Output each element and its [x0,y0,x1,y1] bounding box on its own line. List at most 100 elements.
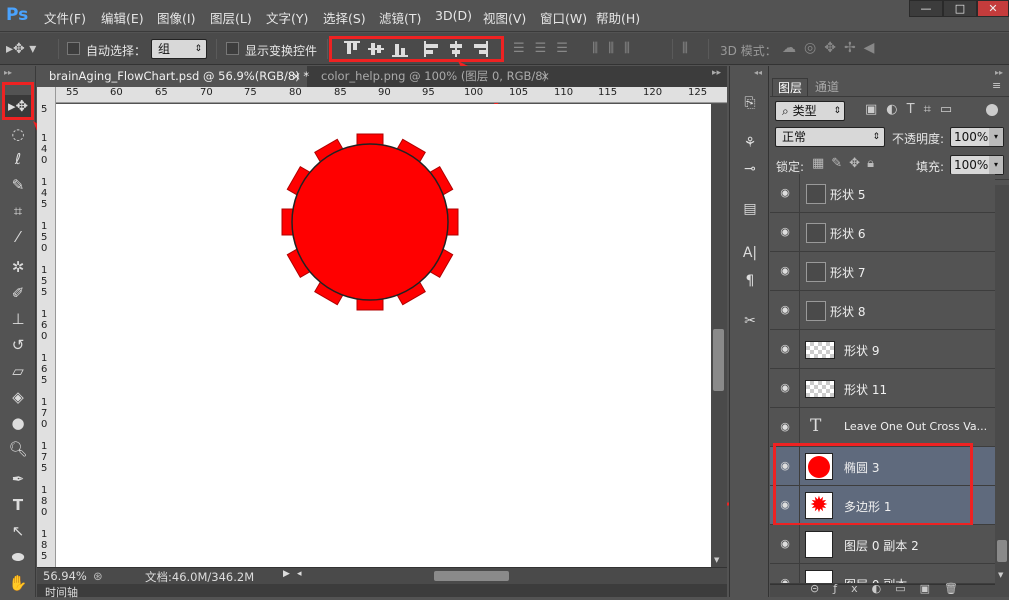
layers-scrollbar[interactable]: ▼ [995,185,1009,585]
dodge-tool-icon[interactable]: 🔍︎ [5,438,31,460]
properties-panel-icon[interactable]: ⊸ [738,158,762,180]
tool-presets-icon[interactable]: ✂ [738,310,762,332]
collapse-icon[interactable]: ▸▸ [4,68,12,77]
menu-window[interactable]: 窗口(W) [540,8,587,27]
lock-icons[interactable]: ▦✎✥🔒︎ [812,156,881,171]
scroll-down-icon[interactable]: ▼ [714,556,719,564]
minimize-button[interactable]: — [909,0,943,17]
stamp-tool-icon[interactable]: ⊥ [5,308,31,330]
visibility-toggle[interactable]: ◉ [770,369,800,408]
layer-row[interactable]: ◉ 形状 9 [770,330,995,369]
visibility-toggle[interactable]: ◉ [770,174,800,213]
horizontal-scrollbar-thumb[interactable] [434,571,509,581]
path-selection-tool-icon[interactable]: ↖ [5,520,31,542]
opacity-input[interactable]: 100% ▾ [950,127,1004,147]
collapse-icon[interactable]: ▸▸ [995,68,1003,77]
layer-row[interactable]: ◉ 图层 0 副本 [770,564,995,584]
history-brush-tool-icon[interactable]: ↺ [5,334,31,356]
pen-tool-icon[interactable]: ✒ [5,468,31,490]
fill-input[interactable]: 100% ▾ [950,155,1004,175]
menu-view[interactable]: 视图(V) [483,8,526,27]
tab-close-icon[interactable]: × [291,66,301,87]
blur-tool-icon[interactable]: ● [5,412,31,434]
filter-icons[interactable]: ▣◐T⌗▭ [865,102,961,117]
paragraph-panel-icon[interactable]: ¶ [738,270,762,292]
tab-brainaging[interactable]: brainAging_FlowChart.psd @ 56.9%(RGB/8) … [37,66,309,87]
menu-filter[interactable]: 滤镜(T) [379,8,421,27]
3d-mode-icons[interactable]: ☁◎✥✢◀ [782,40,882,56]
layer-row[interactable]: ◉ 形状 7 [770,252,995,291]
crop-tool-icon[interactable]: ⌗ [5,200,31,222]
status-menu-icon[interactable]: ▶ [283,569,290,579]
dropdown-arrow-icon[interactable]: ▾ [989,156,1003,174]
scroll-left-icon[interactable]: ◂ [297,569,302,579]
layer-comps-icon[interactable]: ▤ [738,198,762,220]
marquee-tool-icon[interactable]: ◌ [5,123,31,145]
share-icon[interactable]: ⊛ [93,569,103,583]
scrollbar-thumb[interactable] [713,329,724,391]
layer-row[interactable]: ◉ T Leave One Out Cross Va... [770,408,995,447]
visibility-toggle[interactable]: ◉ [770,213,800,252]
menu-layer[interactable]: 图层(L) [210,8,252,27]
layer-row[interactable]: ◉ 形状 8 [770,291,995,330]
distribute-icons[interactable]: ☰☰☰ ⫼⫼⫼ [513,41,640,56]
timeline-label[interactable]: 时间轴 [45,584,78,600]
show-transform-checkbox[interactable] [226,42,239,55]
visibility-toggle[interactable]: ◉ [770,408,800,447]
blend-mode-dropdown[interactable]: 正常 ⇕ [775,127,885,147]
visibility-toggle[interactable]: ◉ [770,291,800,330]
ruler-tick: 1 4 5 [41,177,48,210]
scrollbar-thumb[interactable] [997,540,1007,562]
eraser-tool-icon[interactable]: ▱ [5,360,31,382]
brush-tool-icon[interactable]: ✐ [5,282,31,304]
document-canvas[interactable] [56,104,711,567]
menu-3d[interactable]: 3D(D) [435,8,472,23]
layer-action-icons[interactable]: ⊝ƒx◐▭▣🗑︎ [810,582,972,595]
filter-toggle[interactable] [986,104,998,116]
visibility-toggle[interactable]: ◉ [770,564,800,583]
move-tool-preset-icon[interactable]: ▸✥ ▾ [6,41,36,57]
panel-menu-icon[interactable]: ≡ [992,79,1001,92]
auto-select-checkbox[interactable] [67,42,80,55]
visibility-toggle[interactable]: ◉ [770,330,800,369]
restore-button[interactable]: □ [943,0,977,17]
ellipse-tool-icon[interactable]: ⬬ [5,546,31,568]
tab-channels[interactable]: 通道 [810,78,844,96]
adjustments-panel-icon[interactable]: ⚘ [738,132,762,154]
dropdown-arrow-icon[interactable]: ▾ [989,128,1003,146]
tab-close-icon[interactable]: × [540,66,550,87]
close-button[interactable]: ✕ [977,0,1009,17]
scroll-down-icon[interactable]: ▼ [998,571,1003,579]
menu-type[interactable]: 文字(Y) [266,8,308,27]
menu-image[interactable]: 图像(I) [157,8,195,27]
layer-row[interactable]: ◉ 形状 5 [770,174,995,213]
type-tool-icon[interactable]: T [5,494,31,516]
filter-kind-dropdown[interactable]: ⌕ 类型 ⇕ [775,101,845,121]
layer-row[interactable]: ◉ 形状 6 [770,213,995,252]
lasso-tool-icon[interactable]: ℓ [5,148,31,170]
layer-row[interactable]: ◉ 形状 11 [770,369,995,408]
healing-brush-tool-icon[interactable]: ✲ [5,256,31,278]
eyedropper-tool-icon[interactable]: ⁄ [5,226,31,248]
tab-layers[interactable]: 图层 [772,78,809,96]
menu-edit[interactable]: 编辑(E) [101,8,144,27]
character-panel-icon[interactable]: A| [738,242,762,264]
zoom-level[interactable]: 56.94% [43,569,87,583]
visibility-toggle[interactable]: ◉ [770,525,800,564]
tab-color-help[interactable]: color_help.png @ 100% (图层 0, RGB/8) × [309,66,554,87]
menu-select[interactable]: 选择(S) [323,8,366,27]
layer-row[interactable]: ◉ 图层 0 副本 2 [770,525,995,564]
menu-file[interactable]: 文件(F) [44,8,86,27]
history-panel-icon[interactable]: ⎘ [738,92,762,114]
canvas-vertical-scrollbar[interactable]: ▼ [711,104,727,567]
visibility-toggle[interactable]: ◉ [770,252,800,291]
hand-tool-icon[interactable]: ✋ [5,572,31,594]
collapse-icon[interactable]: ◂◂ [754,68,762,77]
auto-select-dropdown[interactable]: 组 ⇕ [151,39,207,59]
paint-bucket-tool-icon[interactable]: ◈ [5,386,31,408]
tabs-overflow-icon[interactable]: ▸▸ [712,68,721,78]
gear-shape[interactable] [56,104,711,567]
menu-help[interactable]: 帮助(H) [596,8,640,27]
auto-align-icon[interactable]: ⫼ [682,41,688,56]
quick-select-tool-icon[interactable]: ✎ [5,174,31,196]
